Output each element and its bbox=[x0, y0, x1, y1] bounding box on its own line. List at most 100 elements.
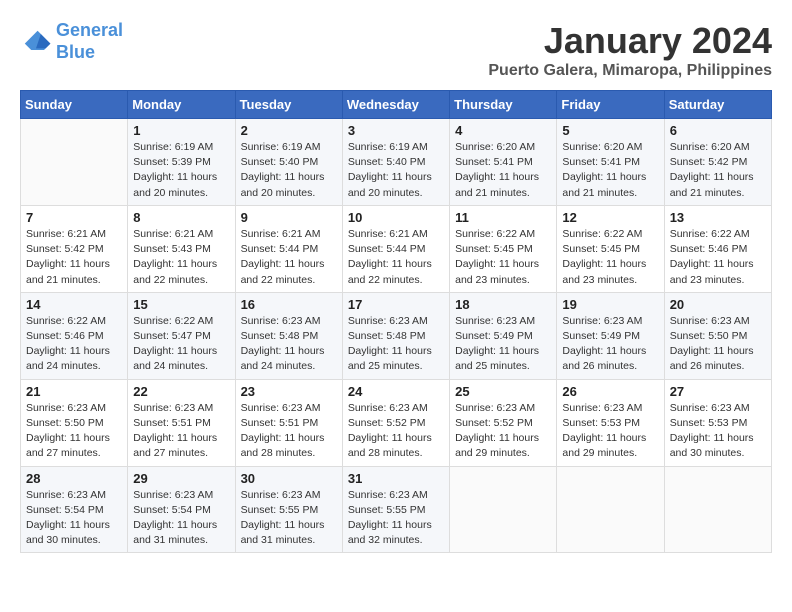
day-number: 26 bbox=[562, 384, 658, 399]
day-info: Sunrise: 6:23 AMSunset: 5:54 PMDaylight:… bbox=[133, 488, 229, 549]
calendar-cell: 4 Sunrise: 6:20 AMSunset: 5:41 PMDaylight… bbox=[450, 119, 557, 206]
day-number: 22 bbox=[133, 384, 229, 399]
day-info: Sunrise: 6:23 AMSunset: 5:55 PMDaylight:… bbox=[348, 488, 444, 549]
day-info: Sunrise: 6:23 AMSunset: 5:48 PMDaylight:… bbox=[348, 314, 444, 375]
day-number: 9 bbox=[241, 210, 337, 225]
calendar-cell: 24 Sunrise: 6:23 AMSunset: 5:52 PMDayligh… bbox=[342, 379, 449, 466]
weekday-header-saturday: Saturday bbox=[664, 91, 771, 119]
day-info: Sunrise: 6:22 AMSunset: 5:47 PMDaylight:… bbox=[133, 314, 229, 375]
day-number: 23 bbox=[241, 384, 337, 399]
day-info: Sunrise: 6:23 AMSunset: 5:54 PMDaylight:… bbox=[26, 488, 122, 549]
day-number: 29 bbox=[133, 471, 229, 486]
calendar-cell: 27 Sunrise: 6:23 AMSunset: 5:53 PMDayligh… bbox=[664, 379, 771, 466]
day-info: Sunrise: 6:21 AMSunset: 5:44 PMDaylight:… bbox=[348, 227, 444, 288]
day-number: 17 bbox=[348, 297, 444, 312]
page-header: General Blue January 2024 Puerto Galera,… bbox=[20, 20, 772, 80]
day-info: Sunrise: 6:21 AMSunset: 5:43 PMDaylight:… bbox=[133, 227, 229, 288]
weekday-header-row: SundayMondayTuesdayWednesdayThursdayFrid… bbox=[21, 91, 772, 119]
day-number: 30 bbox=[241, 471, 337, 486]
day-info: Sunrise: 6:23 AMSunset: 5:53 PMDaylight:… bbox=[562, 401, 658, 462]
day-number: 28 bbox=[26, 471, 122, 486]
calendar-cell bbox=[557, 466, 664, 553]
day-info: Sunrise: 6:21 AMSunset: 5:44 PMDaylight:… bbox=[241, 227, 337, 288]
logo: General Blue bbox=[20, 20, 123, 63]
month-title: January 2024 bbox=[488, 20, 772, 62]
day-number: 31 bbox=[348, 471, 444, 486]
calendar-body: 1Sunrise: 6:19 AMSunset: 5:39 PMDaylight… bbox=[21, 119, 772, 553]
calendar-cell: 8Sunrise: 6:21 AMSunset: 5:43 PMDaylight… bbox=[128, 205, 235, 292]
calendar-week-row: 7 Sunrise: 6:21 AMSunset: 5:42 PMDaylight… bbox=[21, 205, 772, 292]
logo-text: General Blue bbox=[56, 20, 123, 63]
calendar-cell: 28 Sunrise: 6:23 AMSunset: 5:54 PMDayligh… bbox=[21, 466, 128, 553]
calendar-week-row: 28 Sunrise: 6:23 AMSunset: 5:54 PMDayligh… bbox=[21, 466, 772, 553]
calendar-cell: 5Sunrise: 6:20 AMSunset: 5:41 PMDaylight… bbox=[557, 119, 664, 206]
calendar-cell: 23 Sunrise: 6:23 AMSunset: 5:51 PMDayligh… bbox=[235, 379, 342, 466]
day-number: 19 bbox=[562, 297, 658, 312]
day-info: Sunrise: 6:23 AMSunset: 5:49 PMDaylight:… bbox=[455, 314, 551, 375]
logo-icon bbox=[20, 26, 52, 58]
day-info: Sunrise: 6:20 AMSunset: 5:42 PMDaylight:… bbox=[670, 140, 766, 201]
calendar-cell: 7 Sunrise: 6:21 AMSunset: 5:42 PMDaylight… bbox=[21, 205, 128, 292]
calendar-cell: 25 Sunrise: 6:23 AMSunset: 5:52 PMDayligh… bbox=[450, 379, 557, 466]
calendar-cell: 17 Sunrise: 6:23 AMSunset: 5:48 PMDayligh… bbox=[342, 292, 449, 379]
weekday-header-monday: Monday bbox=[128, 91, 235, 119]
calendar-cell: 14 Sunrise: 6:22 AMSunset: 5:46 PMDayligh… bbox=[21, 292, 128, 379]
day-number: 25 bbox=[455, 384, 551, 399]
calendar-week-row: 21Sunrise: 6:23 AMSunset: 5:50 PMDayligh… bbox=[21, 379, 772, 466]
day-info: Sunrise: 6:23 AMSunset: 5:53 PMDaylight:… bbox=[670, 401, 766, 462]
day-info: Sunrise: 6:23 AMSunset: 5:51 PMDaylight:… bbox=[241, 401, 337, 462]
calendar-cell bbox=[664, 466, 771, 553]
day-info: Sunrise: 6:23 AMSunset: 5:52 PMDaylight:… bbox=[455, 401, 551, 462]
calendar-cell: 12 Sunrise: 6:22 AMSunset: 5:45 PMDayligh… bbox=[557, 205, 664, 292]
day-number: 14 bbox=[26, 297, 122, 312]
day-info: Sunrise: 6:20 AMSunset: 5:41 PMDaylight:… bbox=[455, 140, 551, 201]
day-number: 1 bbox=[133, 123, 229, 138]
calendar-cell: 11Sunrise: 6:22 AMSunset: 5:45 PMDayligh… bbox=[450, 205, 557, 292]
title-block: January 2024 Puerto Galera, Mimaropa, Ph… bbox=[488, 20, 772, 80]
calendar-cell: 31 Sunrise: 6:23 AMSunset: 5:55 PMDayligh… bbox=[342, 466, 449, 553]
weekday-header-friday: Friday bbox=[557, 91, 664, 119]
day-number: 6 bbox=[670, 123, 766, 138]
calendar-cell: 13 Sunrise: 6:22 AMSunset: 5:46 PMDayligh… bbox=[664, 205, 771, 292]
calendar-cell bbox=[21, 119, 128, 206]
day-info: Sunrise: 6:23 AMSunset: 5:50 PMDaylight:… bbox=[670, 314, 766, 375]
day-number: 12 bbox=[562, 210, 658, 225]
day-info: Sunrise: 6:19 AMSunset: 5:40 PMDaylight:… bbox=[241, 140, 337, 201]
day-number: 2 bbox=[241, 123, 337, 138]
day-info: Sunrise: 6:23 AMSunset: 5:49 PMDaylight:… bbox=[562, 314, 658, 375]
weekday-header-wednesday: Wednesday bbox=[342, 91, 449, 119]
calendar-cell: 15Sunrise: 6:22 AMSunset: 5:47 PMDayligh… bbox=[128, 292, 235, 379]
calendar-cell: 6 Sunrise: 6:20 AMSunset: 5:42 PMDaylight… bbox=[664, 119, 771, 206]
day-number: 24 bbox=[348, 384, 444, 399]
day-number: 13 bbox=[670, 210, 766, 225]
weekday-header-tuesday: Tuesday bbox=[235, 91, 342, 119]
day-info: Sunrise: 6:22 AMSunset: 5:46 PMDaylight:… bbox=[670, 227, 766, 288]
day-info: Sunrise: 6:22 AMSunset: 5:46 PMDaylight:… bbox=[26, 314, 122, 375]
day-number: 18 bbox=[455, 297, 551, 312]
calendar-cell: 1Sunrise: 6:19 AMSunset: 5:39 PMDaylight… bbox=[128, 119, 235, 206]
day-number: 16 bbox=[241, 297, 337, 312]
day-number: 5 bbox=[562, 123, 658, 138]
day-number: 10 bbox=[348, 210, 444, 225]
calendar-cell: 29 Sunrise: 6:23 AMSunset: 5:54 PMDayligh… bbox=[128, 466, 235, 553]
day-number: 3 bbox=[348, 123, 444, 138]
weekday-header-sunday: Sunday bbox=[21, 91, 128, 119]
calendar-cell: 26 Sunrise: 6:23 AMSunset: 5:53 PMDayligh… bbox=[557, 379, 664, 466]
day-info: Sunrise: 6:23 AMSunset: 5:50 PMDaylight:… bbox=[26, 401, 122, 462]
calendar-cell: 21Sunrise: 6:23 AMSunset: 5:50 PMDayligh… bbox=[21, 379, 128, 466]
day-info: Sunrise: 6:22 AMSunset: 5:45 PMDaylight:… bbox=[562, 227, 658, 288]
calendar-week-row: 1Sunrise: 6:19 AMSunset: 5:39 PMDaylight… bbox=[21, 119, 772, 206]
day-info: Sunrise: 6:23 AMSunset: 5:52 PMDaylight:… bbox=[348, 401, 444, 462]
calendar-cell: 18 Sunrise: 6:23 AMSunset: 5:49 PMDayligh… bbox=[450, 292, 557, 379]
day-number: 20 bbox=[670, 297, 766, 312]
calendar-cell: 19 Sunrise: 6:23 AMSunset: 5:49 PMDayligh… bbox=[557, 292, 664, 379]
calendar-table: SundayMondayTuesdayWednesdayThursdayFrid… bbox=[20, 90, 772, 553]
calendar-cell bbox=[450, 466, 557, 553]
day-number: 4 bbox=[455, 123, 551, 138]
calendar-week-row: 14 Sunrise: 6:22 AMSunset: 5:46 PMDayligh… bbox=[21, 292, 772, 379]
day-number: 11 bbox=[455, 210, 551, 225]
day-info: Sunrise: 6:21 AMSunset: 5:42 PMDaylight:… bbox=[26, 227, 122, 288]
day-number: 7 bbox=[26, 210, 122, 225]
day-number: 27 bbox=[670, 384, 766, 399]
day-info: Sunrise: 6:23 AMSunset: 5:51 PMDaylight:… bbox=[133, 401, 229, 462]
